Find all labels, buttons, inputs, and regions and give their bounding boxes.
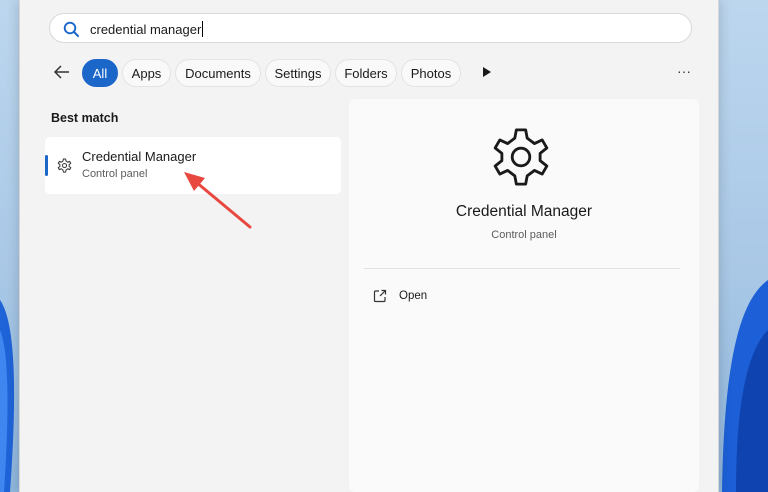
annotation-arrow [184, 172, 252, 229]
